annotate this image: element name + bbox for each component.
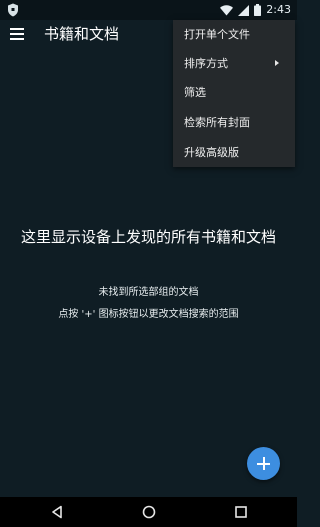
add-fab-button[interactable] bbox=[247, 447, 280, 480]
submenu-arrow-icon bbox=[275, 60, 279, 66]
menu-item-retrieve-covers[interactable]: 检索所有封面 bbox=[173, 108, 295, 137]
menu-item-label: 打开单个文件 bbox=[184, 28, 250, 41]
recents-icon[interactable] bbox=[234, 505, 248, 519]
overflow-menu: 打开单个文件 排序方式 筛选 检索所有封面 升级高级版 bbox=[173, 20, 295, 167]
menu-item-label: 检索所有封面 bbox=[184, 116, 250, 129]
page-title: 书籍和文档 bbox=[44, 25, 120, 43]
empty-state-title: 这里显示设备上发现的所有书籍和文档 bbox=[20, 228, 276, 246]
menu-item-upgrade-premium[interactable]: 升级高级版 bbox=[173, 138, 295, 167]
menu-item-open-single-file[interactable]: 打开单个文件 bbox=[173, 20, 295, 49]
empty-state-message: 未找到所选部组的文档 bbox=[98, 287, 199, 298]
menu-item-filter[interactable]: 筛选 bbox=[173, 78, 295, 107]
status-bar: 2:43 bbox=[0, 0, 297, 20]
menu-item-label: 升级高级版 bbox=[184, 146, 239, 159]
empty-state-hint: 点按 '+' 图标按钮以更改文档搜索的范围 bbox=[58, 309, 239, 320]
battery-icon bbox=[254, 4, 262, 16]
status-time: 2:43 bbox=[266, 3, 291, 16]
signal-icon bbox=[238, 4, 250, 16]
menu-item-sort-by[interactable]: 排序方式 bbox=[173, 49, 295, 78]
plus-icon-vertical bbox=[262, 457, 265, 470]
menu-item-label: 排序方式 bbox=[184, 57, 228, 70]
wifi-icon bbox=[220, 4, 234, 15]
navigation-bar bbox=[0, 497, 297, 527]
home-icon[interactable] bbox=[142, 505, 156, 519]
shield-icon bbox=[8, 3, 18, 17]
back-icon[interactable] bbox=[50, 505, 64, 519]
status-icons: 2:43 bbox=[220, 2, 291, 18]
menu-item-label: 筛选 bbox=[184, 86, 206, 99]
hamburger-menu-icon[interactable] bbox=[10, 28, 24, 40]
